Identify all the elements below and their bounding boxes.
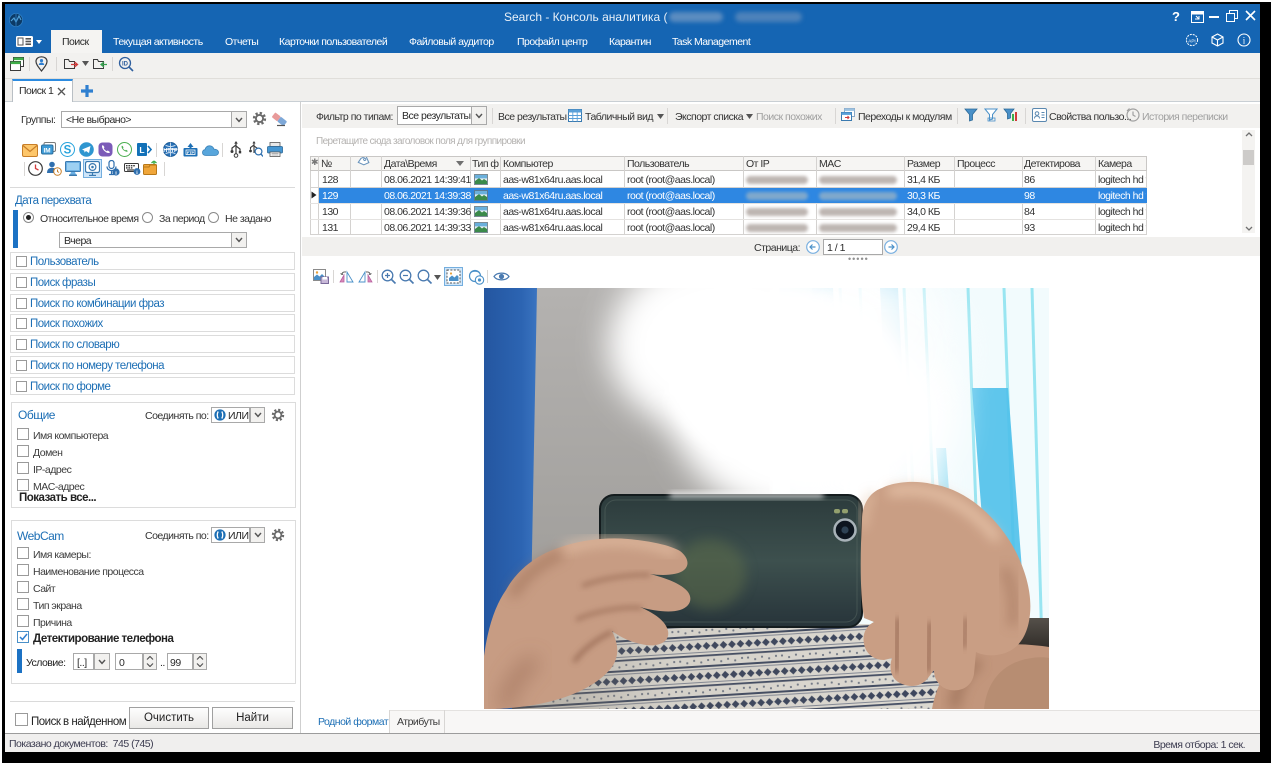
- svg-text:FTP: FTP: [187, 151, 195, 155]
- svg-text:S: S: [64, 145, 72, 157]
- svg-text:i: i: [1243, 35, 1246, 45]
- svg-text:IM: IM: [43, 148, 50, 155]
- svg-text:HTTP: HTTP: [163, 148, 178, 154]
- svg-text:ID: ID: [122, 61, 129, 67]
- svg-text:API: API: [1188, 38, 1195, 43]
- svg-text:L: L: [139, 145, 144, 155]
